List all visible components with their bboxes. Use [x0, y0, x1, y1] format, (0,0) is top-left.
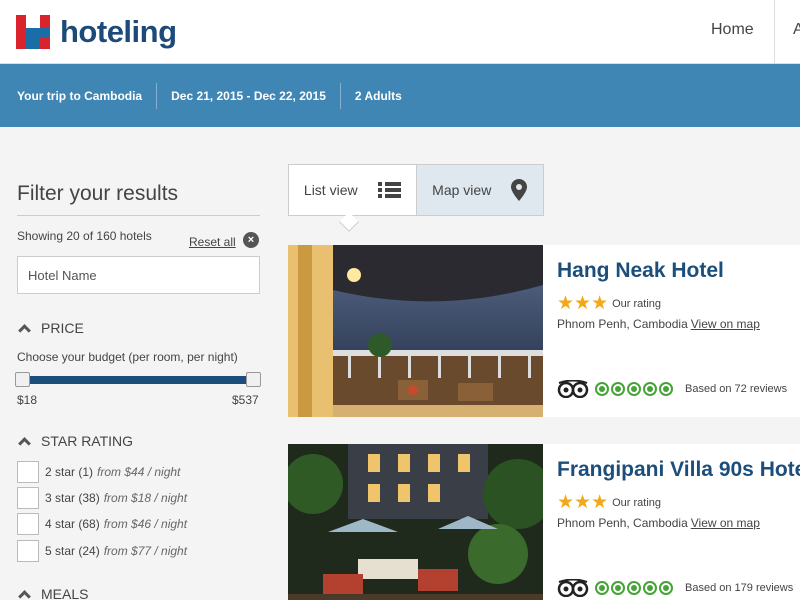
- map-view-button[interactable]: Map view: [415, 165, 543, 215]
- review-bubbles: [595, 382, 673, 396]
- review-count: Based on 179 reviews: [685, 582, 794, 594]
- price-range-track[interactable]: [22, 376, 254, 384]
- star-filter-checkbox[interactable]: [17, 513, 39, 535]
- brand-name: hoteling: [60, 14, 177, 49]
- results-count: Showing 20 of 160 hotels: [17, 229, 152, 243]
- meals-section-toggle[interactable]: MEALS: [17, 586, 88, 600]
- tripadvisor-owl-icon: [557, 380, 589, 398]
- star-filter-option[interactable]: 4 star (68) from $46 / night: [17, 513, 187, 535]
- filter-title: Filter your results: [17, 182, 179, 205]
- chevron-up-icon: [18, 437, 31, 450]
- tripadvisor-owl-icon: [557, 579, 589, 597]
- hotel-name-link[interactable]: Hang Neak Hotel: [557, 259, 724, 283]
- star-icons: ★★★: [557, 492, 609, 513]
- price-max-handle[interactable]: [246, 372, 261, 387]
- nav-divider: [774, 0, 775, 64]
- hotel-reviews: Based on 179 reviews: [557, 579, 793, 597]
- meals-heading: MEALS: [41, 586, 89, 600]
- nav-home-link[interactable]: Home: [711, 21, 754, 39]
- nav-next-link[interactable]: A: [793, 21, 800, 39]
- logo-mark-icon: [16, 15, 50, 49]
- map-pin-icon: [511, 179, 528, 201]
- hotel-photo[interactable]: [288, 444, 543, 600]
- close-icon[interactable]: ×: [243, 232, 259, 248]
- star-filter-label: 3 star (38): [45, 491, 100, 505]
- budget-label: Choose your budget (per room, per night): [17, 350, 238, 364]
- review-bubbles: [595, 581, 673, 595]
- brand-logo[interactable]: hoteling: [16, 14, 177, 50]
- trip-summary-bar: Your trip to Cambodia Dec 21, 2015 - Dec…: [0, 64, 800, 127]
- hotel-name-link[interactable]: Frangipani Villa 90s Hotel: [557, 458, 800, 482]
- star-filter-label: 2 star (1): [45, 465, 94, 479]
- star-icons: ★★★: [557, 293, 609, 314]
- hotel-card[interactable]: Frangipani Villa 90s Hotel ★★★ Our ratin…: [288, 444, 800, 600]
- star-filter-option[interactable]: 5 star (24) from $77 / night: [17, 540, 187, 562]
- price-heading: PRICE: [41, 320, 84, 336]
- price-section-toggle[interactable]: PRICE: [17, 320, 84, 337]
- star-filter-option[interactable]: 3 star (38) from $18 / night: [17, 487, 187, 509]
- star-filter-price: from $44 / night: [97, 465, 181, 479]
- list-view-label: List view: [303, 182, 358, 198]
- star-filter-price: from $77 / night: [103, 544, 188, 558]
- price-min-value: $18: [17, 393, 38, 407]
- view-on-map-link[interactable]: View on map: [691, 317, 760, 331]
- hotel-rating: ★★★ Our rating: [557, 492, 662, 513]
- chevron-up-icon: [18, 324, 31, 337]
- star-filter-checkbox[interactable]: [17, 487, 39, 509]
- star-rating-section-toggle[interactable]: STAR RATING: [17, 433, 134, 450]
- hotel-reviews: Based on 72 reviews: [557, 380, 787, 398]
- hotel-rating: ★★★ Our rating: [557, 293, 662, 314]
- star-filter-price: from $18 / night: [103, 491, 188, 505]
- view-on-map-link[interactable]: View on map: [691, 516, 760, 530]
- list-icon: [377, 182, 401, 198]
- trip-separator: [156, 82, 158, 109]
- location-text: Phnom Penh, Cambodia: [557, 317, 688, 331]
- hotel-location: Phnom Penh, Cambodia View on map: [557, 516, 760, 530]
- hotel-location: Phnom Penh, Cambodia View on map: [557, 317, 760, 331]
- star-filter-checkbox[interactable]: [17, 461, 39, 483]
- star-rating-heading: STAR RATING: [41, 433, 134, 449]
- star-filter-label: 4 star (68): [45, 517, 100, 531]
- map-view-label: Map view: [432, 182, 492, 198]
- star-filter-label: 5 star (24): [45, 544, 100, 558]
- view-toggle: List view Map view: [288, 164, 544, 216]
- hotel-photo[interactable]: [288, 245, 543, 417]
- star-filter-checkbox[interactable]: [17, 540, 39, 562]
- top-header: hoteling Home A: [0, 0, 800, 64]
- review-count: Based on 72 reviews: [685, 383, 788, 395]
- hotel-card[interactable]: Hang Neak Hotel ★★★ Our rating Phnom Pen…: [288, 245, 800, 417]
- hotel-name-input[interactable]: [17, 256, 260, 294]
- trip-guests: 2 Adults: [354, 88, 402, 103]
- filter-divider: [17, 215, 260, 216]
- trip-separator: [339, 82, 341, 109]
- trip-destination: Your trip to Cambodia: [17, 88, 143, 103]
- trip-dates: Dec 21, 2015 - Dec 22, 2015: [171, 88, 326, 103]
- rating-label: Our rating: [612, 497, 662, 509]
- price-max-value: $537: [232, 393, 259, 407]
- rating-label: Our rating: [612, 298, 662, 310]
- reset-all-link[interactable]: Reset all: [189, 235, 236, 249]
- list-view-button[interactable]: List view: [289, 165, 416, 215]
- star-filter-option[interactable]: 2 star (1) from $44 / night: [17, 461, 180, 483]
- location-text: Phnom Penh, Cambodia: [557, 516, 688, 530]
- price-min-handle[interactable]: [15, 372, 30, 387]
- star-filter-price: from $46 / night: [103, 517, 188, 531]
- chevron-up-icon: [18, 590, 31, 600]
